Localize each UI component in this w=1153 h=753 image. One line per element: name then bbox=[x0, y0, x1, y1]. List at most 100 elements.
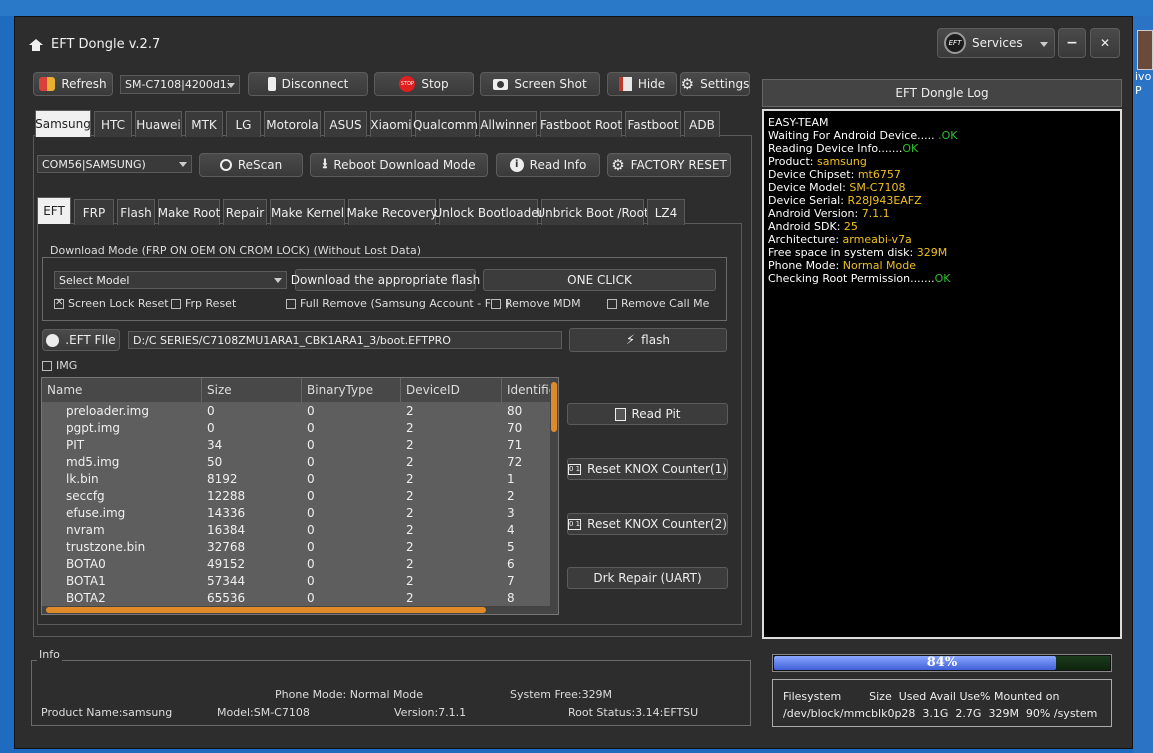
minimize-button[interactable]: − bbox=[1058, 28, 1086, 58]
table-row[interactable]: BOTA0 49152 0 2 6 bbox=[42, 557, 552, 574]
tab-mtk[interactable]: MTK bbox=[185, 111, 223, 137]
download-mode-label: Download Mode (FRP ON OEM ON CROM LOCK) … bbox=[48, 244, 423, 257]
factory-reset-button[interactable]: ⚙ FACTORY RESET bbox=[607, 153, 731, 177]
table-cell: nvram bbox=[66, 523, 105, 537]
progress-percent: 84% bbox=[926, 655, 958, 670]
log-line-value: mt6757 bbox=[857, 168, 901, 181]
remove-mdm-checkbox[interactable]: Remove MDM bbox=[491, 297, 581, 310]
close-button[interactable]: ✕ bbox=[1090, 28, 1120, 58]
tab-make-root[interactable]: Make Root bbox=[158, 199, 220, 225]
tab-allwinner[interactable]: Allwinner bbox=[479, 111, 537, 137]
table-cell: 57344 bbox=[207, 574, 246, 588]
table-row[interactable]: lk.bin 8192 0 2 1 bbox=[42, 472, 552, 489]
table-row[interactable]: seccfg 12288 0 2 2 bbox=[42, 489, 552, 506]
tab-adb[interactable]: ADB bbox=[684, 111, 720, 137]
tab-frp[interactable]: FRP bbox=[74, 199, 114, 225]
frp-reset-checkbox[interactable]: Frp Reset bbox=[171, 297, 236, 310]
tab-asus[interactable]: ASUS bbox=[324, 111, 367, 137]
read-info-label: Read Info bbox=[529, 158, 587, 172]
file-path-input[interactable]: D:/C SERIES/C7108ZMU1ARA1_CBK1ARA1_3/boo… bbox=[128, 331, 562, 349]
device-select[interactable]: SM-C7108|4200d132 bbox=[120, 75, 240, 94]
device-select-value: SM-C7108|4200d132 bbox=[125, 78, 229, 91]
table-cell: 16384 bbox=[207, 523, 246, 537]
table-row[interactable]: efuse.img 14336 0 2 3 bbox=[42, 506, 552, 523]
table-cell: 0 bbox=[307, 455, 315, 469]
table-row[interactable]: trustzone.bin 32768 0 2 5 bbox=[42, 540, 552, 557]
tab-samsung[interactable]: Samsung bbox=[35, 110, 91, 137]
tab-lz4[interactable]: LZ4 bbox=[647, 199, 685, 225]
services-dropdown[interactable]: EFT Services bbox=[937, 28, 1055, 58]
column-name[interactable]: Name bbox=[42, 378, 202, 402]
table-row[interactable]: nvram 16384 0 2 4 bbox=[42, 523, 552, 540]
tab-unlock-bootloader[interactable]: Unlock Bootloader bbox=[434, 199, 544, 225]
vertical-scrollbar[interactable] bbox=[550, 378, 558, 608]
reboot-download-button[interactable]: ⭳ Reboot Download Mode bbox=[310, 153, 488, 177]
flash-button[interactable]: ⚡ flash bbox=[569, 328, 727, 352]
binary-icon: 0 1 bbox=[568, 463, 582, 475]
tab-fastboot-root[interactable]: Fastboot Root bbox=[540, 111, 622, 137]
column-identifier[interactable]: Identifie bbox=[502, 378, 552, 402]
tab-make-kernel[interactable]: Make Kernel bbox=[270, 199, 345, 225]
desktop-thumbnail bbox=[1137, 30, 1153, 70]
hide-button[interactable]: Hide bbox=[607, 72, 677, 96]
tab-make-recovery[interactable]: Make Recovery bbox=[346, 199, 438, 225]
partition-table[interactable]: Name Size BinaryType DeviceID Identifie … bbox=[41, 377, 559, 615]
log-line-text: Waiting For Android Device..... bbox=[768, 129, 935, 142]
table-row[interactable]: pgpt.img 0 0 2 70 bbox=[42, 421, 552, 438]
log-line-value: SM-C7108 bbox=[849, 181, 906, 194]
column-size[interactable]: Size bbox=[202, 378, 302, 402]
refresh-button[interactable]: Refresh bbox=[33, 72, 113, 96]
one-click-button[interactable]: ONE CLICK bbox=[483, 269, 716, 291]
scroll-thumb[interactable] bbox=[46, 607, 486, 613]
read-pit-button[interactable]: Read Pit bbox=[567, 403, 728, 425]
window-title: EFT Dongle v.2.7 bbox=[29, 37, 160, 52]
reset-knox-1-button[interactable]: 0 1 Reset KNOX Counter(1) bbox=[567, 458, 728, 480]
drk-repair-button[interactable]: Drk Repair (UART) bbox=[567, 567, 728, 589]
tab-flash[interactable]: Flash bbox=[117, 199, 155, 225]
scroll-thumb[interactable] bbox=[551, 382, 557, 432]
tab-unbrick-boot-root[interactable]: Unbrick Boot /Root bbox=[536, 199, 649, 225]
img-checkbox[interactable]: IMG bbox=[42, 359, 77, 372]
table-cell: seccfg bbox=[66, 489, 105, 503]
tab-htc[interactable]: HTC bbox=[94, 111, 132, 137]
full-remove-checkbox[interactable]: Full Remove (Samsung Account - Frp ) bbox=[286, 297, 510, 310]
tab-lg[interactable]: LG bbox=[226, 111, 261, 137]
rescan-button[interactable]: ReScan bbox=[199, 153, 303, 177]
tab-motorola[interactable]: Motorola bbox=[264, 111, 321, 137]
table-row[interactable]: BOTA1 57344 0 2 7 bbox=[42, 574, 552, 591]
factory-reset-label: FACTORY RESET bbox=[630, 158, 727, 172]
read-info-button[interactable]: i Read Info bbox=[496, 153, 600, 177]
chevron-down-icon bbox=[227, 82, 235, 88]
select-model[interactable]: Select Model bbox=[54, 271, 287, 289]
column-binary-type[interactable]: BinaryType bbox=[302, 378, 401, 402]
info-label: Info bbox=[37, 648, 62, 661]
screenshot-button[interactable]: Screen Shot bbox=[480, 72, 600, 96]
eft-file-button[interactable]: .EFT FIle bbox=[42, 329, 120, 351]
table-row[interactable]: preloader.img 0 0 2 80 bbox=[42, 404, 552, 421]
disconnect-button[interactable]: Disconnect bbox=[248, 72, 368, 96]
table-cell: 2 bbox=[406, 455, 414, 469]
tab-eft[interactable]: EFT bbox=[37, 197, 71, 224]
stop-button[interactable]: STOP Stop bbox=[374, 72, 474, 96]
horizontal-scrollbar[interactable] bbox=[42, 606, 558, 614]
tab-huawei[interactable]: Huawei bbox=[135, 111, 182, 137]
tab-qualcomm[interactable]: Qualcomm bbox=[413, 111, 478, 137]
screen-lock-reset-checkbox[interactable]: Screen Lock Reset bbox=[54, 297, 169, 310]
tab-xiaomi[interactable]: Xiaomi bbox=[370, 111, 412, 137]
log-line: Android Version: 7.1.1 bbox=[768, 207, 1116, 220]
tab-repair[interactable]: Repair bbox=[223, 199, 267, 225]
settings-button[interactable]: ⚙ Settings bbox=[680, 72, 750, 96]
column-device-id[interactable]: DeviceID bbox=[401, 378, 502, 402]
checkbox-icon bbox=[42, 361, 52, 371]
table-cell: 0 bbox=[307, 523, 315, 537]
reset-knox-2-button[interactable]: 0 1 Reset KNOX Counter(2) bbox=[567, 513, 728, 535]
table-cell: preloader.img bbox=[66, 404, 149, 418]
log-line: Free space in system disk: 329M bbox=[768, 246, 1116, 259]
tab-fastboot[interactable]: Fastboot bbox=[625, 111, 681, 137]
download-flash-button[interactable]: Download the appropriate flash bbox=[291, 269, 480, 291]
port-select[interactable]: COM56|SAMSUNG) bbox=[37, 155, 192, 173]
remove-call-me-checkbox[interactable]: Remove Call Me bbox=[607, 297, 709, 310]
log-line: Waiting For Android Device..... .OK bbox=[768, 129, 1116, 142]
table-row[interactable]: md5.img 50 0 2 72 bbox=[42, 455, 552, 472]
table-row[interactable]: PIT 34 0 2 71 bbox=[42, 438, 552, 455]
